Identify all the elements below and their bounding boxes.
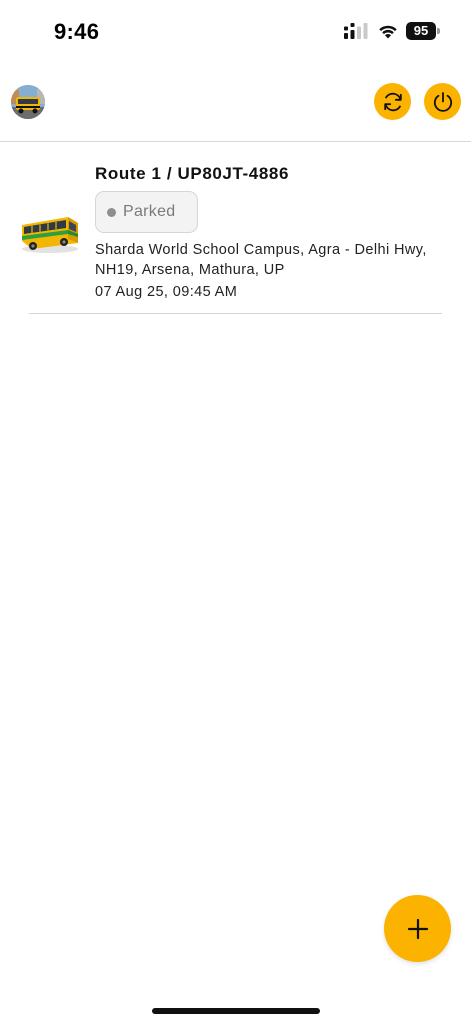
battery-indicator: 95 <box>406 22 440 40</box>
card-divider <box>29 313 442 314</box>
address-line-2: NH19, Arsena, Mathura, UP <box>95 262 285 278</box>
add-vehicle-button[interactable] <box>384 895 451 962</box>
power-icon <box>433 91 452 112</box>
power-button[interactable] <box>424 83 461 120</box>
battery-level: 95 <box>406 22 436 40</box>
address-line-1: Sharda World School Campus, Agra - Delhi… <box>95 242 427 258</box>
status-text: Parked <box>123 203 176 220</box>
school-bus-icon <box>22 217 78 253</box>
vehicle-address: Sharda World School Campus, Agra - Delhi… <box>95 240 455 280</box>
cellular-signal-icon <box>344 23 368 39</box>
status-badge: Parked <box>95 191 198 233</box>
vehicle-title: Route 1 / UP80JT-4886 <box>95 164 290 183</box>
vehicle-timestamp: 07 Aug 25, 09:45 AM <box>95 284 238 300</box>
status-bar: 9:46 95 <box>0 0 471 64</box>
home-indicator <box>152 1008 320 1014</box>
status-dot <box>107 207 116 217</box>
wifi-icon <box>379 25 397 39</box>
refresh-button[interactable] <box>374 83 411 120</box>
refresh-icon <box>383 92 402 111</box>
plus-icon <box>407 918 428 939</box>
battery-tip <box>437 28 440 34</box>
school-bus-avatar-icon[interactable] <box>11 85 45 119</box>
app-header <box>0 64 471 142</box>
status-time: 9:46 <box>54 19 100 44</box>
vehicle-card[interactable]: Route 1 / UP80JT-4886 Parked Sharda Worl… <box>0 143 471 314</box>
